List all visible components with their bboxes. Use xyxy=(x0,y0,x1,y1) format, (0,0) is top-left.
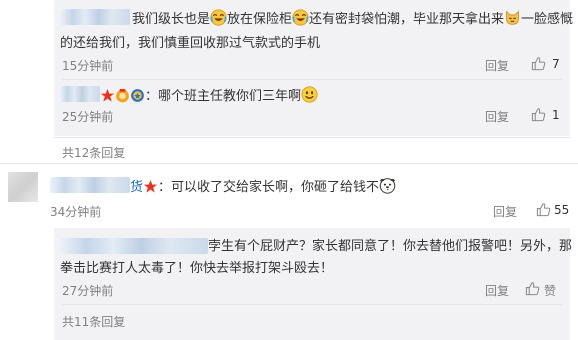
like-count: 55 xyxy=(554,203,570,217)
divider xyxy=(0,163,578,164)
smile-icon xyxy=(301,86,318,103)
reply-text-cont: 的还给我们，我们慎重回收那过气款式的手机 xyxy=(60,36,321,51)
divider xyxy=(54,137,570,138)
reply-thread-1: 我们级长也是 放在保险柜 还有密封袋怕潮，毕业那天拿出来 一脸感慨 的还给我们，我们慎… xyxy=(54,0,573,136)
divider xyxy=(62,304,562,305)
reply-text: 我们级长也是 放在保险柜 还有密封袋怕潮，毕业那天拿出来 一脸感慨 xyxy=(132,9,573,29)
reply-button[interactable]: 回复 xyxy=(485,282,509,299)
username-blurred[interactable] xyxy=(60,238,208,254)
thumbs-up-icon[interactable] xyxy=(531,107,546,122)
timestamp: 25分钟前 xyxy=(62,110,114,124)
reply-text-part: ：哪个班主任教你们三年啊 xyxy=(145,89,302,104)
medal-badge-icon xyxy=(131,89,144,102)
timestamp: 34分钟前 xyxy=(50,205,102,219)
username-blurred[interactable] xyxy=(50,177,130,193)
dog-icon xyxy=(379,178,396,194)
vip-badge-icon xyxy=(116,88,129,103)
reply-text: 孛生有个屁财产？家长都同意了！你去替他们报警吧！另外，那 xyxy=(208,239,573,254)
cat-icon xyxy=(506,10,519,25)
reply-thread-2: 孛生有个屁财产？家长都同意了！你去替他们报警吧！另外，那 拳击比赛打人太毒了！你… xyxy=(54,228,573,340)
reply-text-part: 还有密封袋怕潮，毕业那天拿出来 xyxy=(309,12,505,27)
thumbs-up-icon[interactable] xyxy=(531,56,546,71)
like-count: 1 xyxy=(552,108,560,122)
laugh-cry-icon xyxy=(292,9,309,26)
reply-button[interactable]: 回复 xyxy=(493,203,517,220)
reply-text-part: 放在保险柜 xyxy=(227,12,293,27)
timestamp: 27分钟前 xyxy=(62,284,114,298)
thumbs-up-icon[interactable] xyxy=(536,202,551,217)
comment-text: 货 ：可以收了交给家长啊，你砸了给钱不 xyxy=(130,177,396,197)
thumbs-up-icon[interactable] xyxy=(525,281,540,296)
like-button[interactable]: 赞 xyxy=(544,282,556,299)
more-replies-link[interactable]: 共11条回复 xyxy=(62,313,125,330)
username-suffix[interactable]: 货 xyxy=(130,180,143,195)
reply-button[interactable]: 回复 xyxy=(485,57,509,74)
avatar[interactable] xyxy=(8,172,38,202)
red-star-icon xyxy=(100,88,115,102)
reply-button[interactable]: 回复 xyxy=(485,108,509,125)
more-replies-link[interactable]: 共12条回复 xyxy=(62,144,125,161)
red-star-icon xyxy=(143,179,158,193)
username-blurred[interactable] xyxy=(60,9,130,25)
username-blurred[interactable] xyxy=(60,86,100,102)
reply-text-cont: 拳击比赛打人太毒了！你快去举报打架斗殴去！ xyxy=(60,261,334,276)
reply-text-part: 一脸感慨 xyxy=(521,12,574,27)
timestamp: 15分钟前 xyxy=(62,59,114,73)
comment-text-part: ：可以收了交给家长啊，你砸了给钱不 xyxy=(158,180,380,195)
reply-text-part: 我们级长也是 xyxy=(132,12,211,27)
divider xyxy=(62,79,562,80)
like-count: 7 xyxy=(552,57,560,71)
reply-text: ：哪个班主任教你们三年啊 xyxy=(100,86,318,106)
laugh-cry-icon xyxy=(210,9,227,26)
